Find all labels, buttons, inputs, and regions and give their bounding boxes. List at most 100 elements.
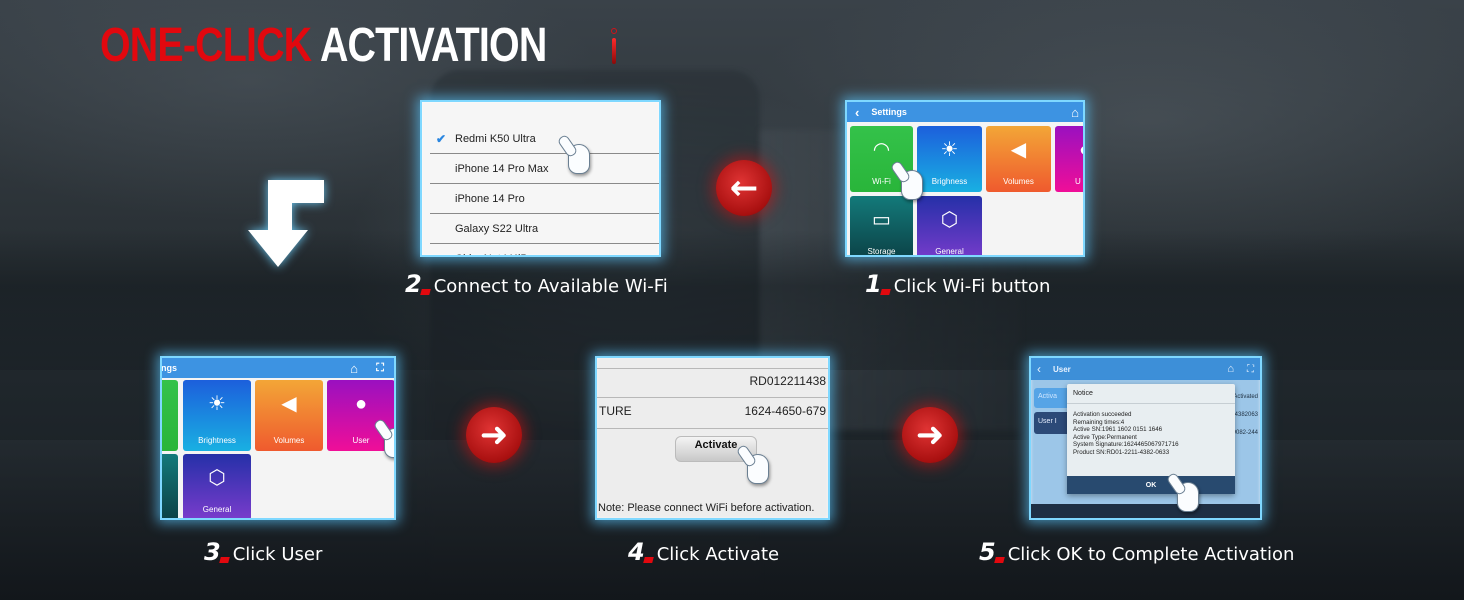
arrow-left-icon: ←: [716, 160, 772, 216]
wifi-network-item[interactable]: iPhone 14 Pro Max: [430, 154, 659, 184]
brightness-tile[interactable]: ☀ Brightness: [183, 380, 251, 451]
step-1-caption: 1 Click Wi-Fi button: [865, 270, 1050, 298]
settings-title: Settings: [871, 107, 907, 117]
sn-value: 4382063: [1234, 412, 1258, 418]
step-number: 5: [979, 538, 996, 566]
ok-button[interactable]: OK: [1067, 476, 1235, 494]
wifi-network-item[interactable]: iPhone 14 Pro: [430, 184, 659, 214]
hand-pointer-icon: [747, 454, 769, 484]
wifi-network-name: Redmi K50 Ultra: [455, 132, 536, 145]
divider: [597, 428, 828, 429]
step-label: Click OK to Complete Activation: [1007, 544, 1295, 565]
wifi-network-item[interactable]: ✔ Redmi K50 Ultra: [430, 124, 659, 154]
step-number: 2: [405, 270, 422, 298]
signature-value: 1624-4650-679: [744, 404, 826, 418]
tile-label: Storage: [867, 247, 896, 256]
step-2-caption: 2 Connect to Available Wi-Fi: [405, 270, 668, 298]
dialog-body: Activation succeeded Remaining times:4 A…: [1067, 404, 1235, 464]
dialog-line: System Signature:1624465067971716: [1073, 441, 1179, 449]
tile-label: Brightness: [198, 436, 236, 445]
user-title: User: [1053, 364, 1071, 374]
hand-pointer-icon: [568, 144, 590, 174]
general-icon: ⬡: [208, 467, 226, 489]
wifi-tile-partial[interactable]: [162, 380, 178, 451]
volumes-tile[interactable]: ◀ Volumes: [986, 126, 1051, 192]
hand-pointer-icon: [384, 428, 394, 458]
arrow-right-icon: ➜: [466, 407, 522, 463]
bottom-bar: [1031, 504, 1260, 518]
wifi-network-name: iPhone 14 Pro: [455, 192, 525, 205]
step-label: Click User: [232, 544, 323, 565]
background-treeline: [0, 230, 1464, 370]
hand-pointer-icon: [901, 170, 923, 200]
product-sn-value: RD012211438: [749, 374, 826, 388]
step-4-caption: 4 Click Activate: [628, 538, 779, 566]
step-5-caption: 5 Click OK to Complete Activation: [979, 538, 1294, 566]
wifi-icon: ◠: [872, 139, 891, 161]
activation-success-screen: ‹ User ⌂ ⛶ Activa User I Activated 43820…: [1029, 356, 1262, 520]
brightness-tile[interactable]: ☀ Brighness: [917, 126, 982, 192]
settings-title: ngs: [161, 363, 178, 373]
brightness-icon: ☀: [208, 393, 226, 415]
step-label: Click Activate: [656, 544, 780, 565]
volumes-tile[interactable]: ◀ Volumes: [255, 380, 323, 451]
title-decoration-icon: [611, 28, 617, 66]
dialog-line: Remaining times:4: [1073, 418, 1125, 426]
home-icon[interactable]: ⌂: [1071, 105, 1079, 120]
dialog-line: Activation succeeded: [1073, 411, 1132, 418]
tile-label: General: [935, 247, 964, 256]
dialog-line: Active Type:Permanent: [1073, 433, 1137, 441]
title-red-part: ONE-CLICK: [100, 19, 312, 72]
bend-down-arrow-icon: [248, 180, 324, 267]
user-tile[interactable]: ● U: [1055, 126, 1083, 192]
user-title-bar: ‹ User ⌂ ⛶: [1031, 358, 1260, 380]
dialog-line: Product SN:RD01-2211-4382-0633: [1073, 448, 1170, 456]
home-icon[interactable]: ⌂: [350, 361, 358, 376]
storage-tile-partial[interactable]: [162, 454, 178, 518]
tile-label: General: [202, 505, 232, 514]
wifi-network-name: ChinaNet-V4i5: [455, 253, 527, 255]
step-number: 3: [204, 538, 221, 566]
chevron-left-icon[interactable]: ‹: [1037, 362, 1041, 376]
chevron-left-icon[interactable]: ‹: [855, 105, 859, 120]
arrow-right-icon: ➜: [902, 407, 958, 463]
step-number: 1: [865, 270, 882, 298]
step-label: Click Wi-Fi button: [893, 276, 1051, 297]
divider: [597, 368, 828, 369]
general-icon: ⬡: [940, 209, 959, 231]
wifi-list-screen: ✔ Redmi K50 Ultra iPhone 14 Pro Max iPho…: [420, 100, 661, 257]
status-value: Activated: [1233, 394, 1258, 400]
screenshot-icon[interactable]: ⛶: [376, 362, 384, 375]
volume-icon: ◀: [281, 393, 297, 415]
storage-tile[interactable]: ▭ Storage: [850, 196, 913, 256]
screenshot-icon[interactable]: ⛶: [1247, 364, 1254, 375]
notice-dialog: Notice Activation succeeded Remaining ti…: [1067, 384, 1235, 494]
home-icon[interactable]: ⌂: [1227, 363, 1234, 375]
tile-label: Volumes: [273, 436, 305, 445]
settings-title-bar: ‹ Settings ⌂: [847, 102, 1083, 122]
wifi-network-item[interactable]: Galaxy S22 Ultra: [430, 214, 659, 244]
general-tile[interactable]: ⬡ General: [183, 454, 251, 518]
step-label: Connect to Available Wi-Fi: [433, 276, 668, 297]
settings-screen: ‹ Settings ⌂ ◠ Wi-Fi ☀ Brighness ◀ Volum…: [845, 100, 1085, 257]
general-tile[interactable]: ⬡ General: [917, 196, 982, 256]
wifi-network-list: ✔ Redmi K50 Ultra iPhone 14 Pro Max iPho…: [430, 124, 659, 255]
storage-icon: ▭: [872, 209, 891, 231]
step-number: 4: [628, 538, 645, 566]
tile-label: Brighness: [931, 177, 968, 186]
user-icon: ●: [1079, 140, 1083, 160]
activation-note: Note: Please connect WiFi before activat…: [598, 502, 815, 514]
tile-label: User: [352, 436, 370, 445]
settings-user-screen: ngs ⌂ ⛶ ☀ Brightness ◀ Volumes ● User ⬡ …: [160, 356, 396, 520]
brightness-icon: ☀: [940, 139, 959, 161]
tile-label: U: [1075, 177, 1081, 186]
signature-label: TURE: [599, 404, 632, 418]
settings-title-bar: ngs ⌂ ⛶: [162, 358, 394, 378]
hand-pointer-icon: [1177, 482, 1199, 512]
tile-label: Volumes: [1003, 177, 1034, 186]
checkmark-icon: ✔: [436, 131, 447, 146]
user-icon: ●: [354, 393, 368, 415]
wifi-network-item[interactable]: ChinaNet-V4i5: [430, 244, 659, 255]
dialog-line: Active SN:1961 1602 0151 1646: [1073, 426, 1163, 434]
volume-icon: ◀: [1010, 139, 1027, 161]
